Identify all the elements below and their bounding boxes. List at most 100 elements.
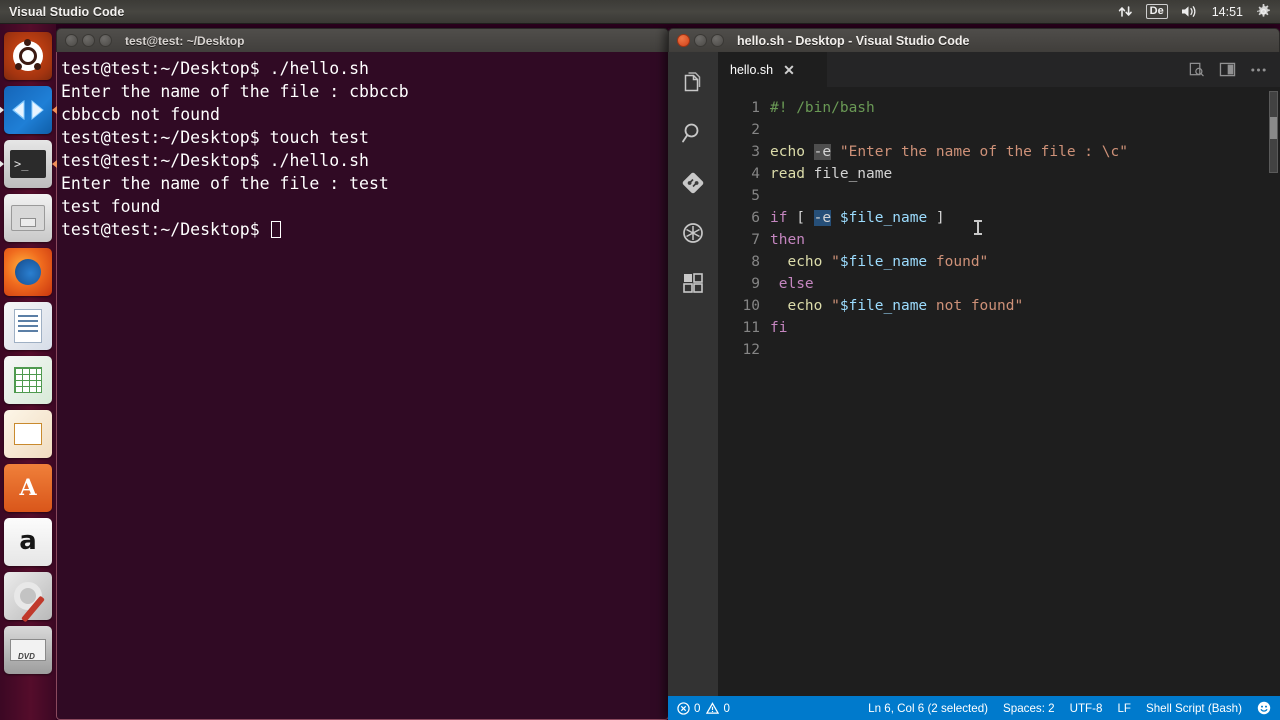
writer-icon (14, 309, 42, 343)
line-number-gutter: 1 2 3 4 5 6 7 8 9 10 11 12 (718, 87, 770, 696)
keyword-token: then (770, 232, 805, 248)
string-token: not found" (927, 298, 1024, 314)
string-token: "Enter the name of the file : \c" (839, 144, 1128, 160)
launcher-item-visual-studio-code[interactable] (4, 86, 52, 134)
open-preview-icon[interactable] (1188, 61, 1205, 78)
search-icon[interactable] (668, 108, 718, 158)
tab-bar: hello.sh ✕ (718, 52, 1280, 87)
line-number: 9 (751, 276, 760, 292)
terminal-cursor (270, 221, 281, 238)
vscode-minimize-button[interactable] (694, 34, 707, 47)
flag-token-selected: -e (813, 210, 832, 226)
status-cursor-position[interactable]: Ln 6, Col 6 (2 selected) (868, 702, 988, 715)
terminal-titlebar: test@test: ~/Desktop (56, 28, 669, 52)
launcher-item-libreoffice-calc[interactable] (4, 356, 52, 404)
gear-icon[interactable] (1256, 4, 1271, 19)
terminal-close-button[interactable] (65, 34, 78, 47)
variable-token: file_name (813, 166, 893, 182)
flag-token-match: -e (813, 144, 832, 160)
terminal-line: Enter the name of the file : test (61, 174, 389, 193)
string-token: found" (927, 254, 989, 270)
launcher-item-libreoffice-impress[interactable] (4, 410, 52, 458)
command-token: echo (787, 254, 823, 270)
code-editor[interactable]: 1 2 3 4 5 6 7 8 9 10 11 12 #! /bin/bash … (718, 87, 1280, 696)
vscode-titlebar: hello.sh - Desktop - Visual Studio Code (668, 28, 1280, 52)
command-token: echo (770, 144, 805, 160)
vscode-close-button[interactable] (677, 34, 690, 47)
line-number: 8 (751, 254, 760, 270)
editor-scrollbar[interactable] (1266, 87, 1280, 696)
smiley-icon[interactable] (1257, 701, 1271, 715)
code-line-8: echo "$file_name found" (770, 251, 1280, 273)
code-line-11: fi (770, 317, 1280, 339)
clock[interactable]: 14:51 (1212, 5, 1243, 19)
terminal-line: test@test:~/Desktop$ ./hello.sh (61, 151, 369, 170)
code-line-3: echo -e "Enter the name of the file : \c… (770, 141, 1280, 163)
warning-icon (706, 701, 720, 715)
vscode-icon (12, 99, 44, 121)
status-warnings[interactable]: 0 (706, 701, 730, 715)
tab-hello-sh[interactable]: hello.sh ✕ (718, 52, 828, 87)
launcher-item-firefox[interactable] (4, 248, 52, 296)
string-token: " (831, 298, 840, 314)
active-app-title: Visual Studio Code (9, 4, 125, 19)
terminal-line: test found (61, 197, 161, 216)
variable-token: $file_name (839, 254, 928, 270)
launcher-item-files[interactable] (4, 194, 52, 242)
terminal-title: test@test: ~/Desktop (125, 33, 245, 48)
status-language-mode[interactable]: Shell Script (Bash) (1146, 702, 1242, 715)
extensions-icon[interactable] (668, 258, 718, 308)
code-lines[interactable]: #! /bin/bash echo -e "Enter the name of … (770, 87, 1280, 696)
more-actions-icon[interactable] (1250, 67, 1267, 73)
debug-icon[interactable] (668, 208, 718, 258)
calc-icon (14, 367, 42, 393)
ubuntu-logo-icon (13, 39, 43, 71)
launcher-item-ubuntu-software[interactable]: A (4, 464, 52, 512)
code-line-10: echo "$file_name not found" (770, 295, 1280, 317)
network-up-down-icon[interactable] (1118, 4, 1133, 19)
terminal-window[interactable]: test@test: ~/Desktop test@test:~/Desktop… (56, 28, 669, 720)
code-line-6: if [ -e $file_name ] (770, 207, 1280, 229)
terminal-prompt-line: test@test:~/Desktop$ (61, 218, 668, 241)
system-indicators: De 14:51 (1118, 4, 1280, 19)
keyboard-layout-indicator[interactable]: De (1145, 4, 1168, 19)
unity-launcher: >_ A a (0, 24, 56, 720)
code-line-1: #! /bin/bash (770, 97, 1280, 119)
comment-token: #! /bin/bash (770, 100, 875, 116)
status-indentation[interactable]: Spaces: 2 (1003, 702, 1055, 715)
tab-label: hello.sh (730, 62, 774, 77)
launcher-item-amazon[interactable]: a (4, 518, 52, 566)
launcher-item-ubuntu-dash[interactable] (4, 32, 52, 80)
ubuntu-software-icon: A (19, 475, 37, 501)
command-token: echo (787, 298, 823, 314)
terminal-output[interactable]: test@test:~/Desktop$ ./hello.sh Enter th… (56, 52, 669, 720)
status-encoding[interactable]: UTF-8 (1070, 702, 1103, 715)
keyword-token: fi (770, 320, 788, 336)
launcher-item-dvd-drive[interactable] (4, 626, 52, 674)
string-token: " (831, 254, 840, 270)
status-eol[interactable]: LF (1117, 702, 1131, 715)
line-number: 12 (742, 342, 760, 358)
status-errors[interactable]: 0 (677, 702, 700, 715)
explorer-icon[interactable] (668, 58, 718, 108)
vscode-window[interactable]: hello.sh - Desktop - Visual Studio Code (668, 28, 1280, 720)
terminal-minimize-button[interactable] (82, 34, 95, 47)
split-editor-icon[interactable] (1219, 62, 1236, 77)
source-control-icon[interactable] (668, 158, 718, 208)
line-number: 10 (742, 298, 760, 314)
launcher-item-system-settings[interactable] (4, 572, 52, 623)
terminal-maximize-button[interactable] (99, 34, 112, 47)
files-icon (11, 205, 45, 231)
variable-token: $file_name (839, 210, 928, 226)
vscode-maximize-button[interactable] (711, 34, 724, 47)
launcher-item-terminal[interactable]: >_ (4, 140, 52, 188)
terminal-line: test@test:~/Desktop$ touch test (61, 128, 369, 147)
volume-icon[interactable] (1181, 4, 1199, 19)
tab-close-icon[interactable]: ✕ (783, 63, 795, 77)
launcher-item-libreoffice-writer[interactable] (4, 302, 52, 350)
line-number: 4 (751, 166, 760, 182)
bracket-token: ] (935, 210, 945, 226)
terminal-prompt: test@test:~/Desktop$ (61, 220, 270, 239)
